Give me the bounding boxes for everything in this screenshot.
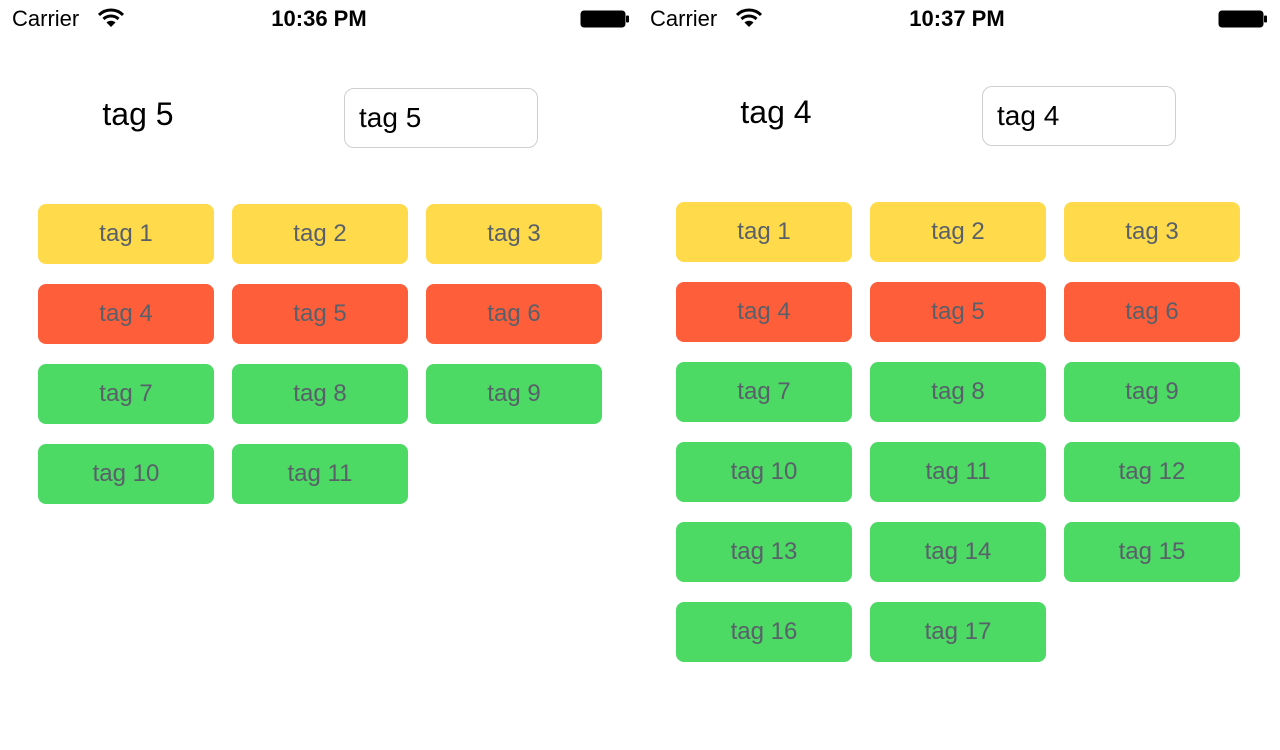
tag-button[interactable]: tag 11 — [232, 444, 408, 504]
tag-grid: tag 1 tag 2 tag 3 tag 4 tag 5 tag 6 tag 7 tag 8… — [676, 202, 1240, 662]
tag-button[interactable]: tag 4 — [38, 284, 214, 344]
tag-button[interactable]: tag 8 — [870, 362, 1046, 422]
selected-tag-label: tag 4 — [740, 94, 812, 130]
tag-button[interactable]: tag 1 — [38, 204, 214, 264]
tag-input-field[interactable] — [344, 88, 538, 148]
tag-button[interactable]: tag 8 — [232, 364, 408, 424]
left-screen: Carrier 10:36 PM tag 5 tag 1tag 2tag 3ta… — [0, 0, 638, 750]
tag-button[interactable]: tag 2 — [870, 202, 1046, 262]
tag-button[interactable]: tag 17 — [870, 602, 1046, 662]
tag-button[interactable]: tag 6 — [1064, 282, 1240, 342]
battery-icon — [1218, 10, 1267, 28]
tag-button[interactable]: tag 14 — [870, 522, 1046, 582]
tag-button[interactable]: tag 9 — [426, 364, 602, 424]
tag-button[interactable]: tag 3 — [426, 204, 602, 264]
tag-input-field[interactable] — [982, 86, 1176, 146]
tag-button[interactable]: tag 10 — [38, 444, 214, 504]
selected-tag-label: tag 5 — [102, 96, 174, 132]
tag-button[interactable]: tag 13 — [676, 522, 852, 582]
status-time: 10:36 PM — [271, 6, 367, 31]
battery-icon — [580, 10, 629, 28]
tag-button[interactable]: tag 5 — [232, 284, 408, 344]
tag-button[interactable]: tag 11 — [870, 442, 1046, 502]
tag-button[interactable]: tag 6 — [426, 284, 602, 344]
status-time: 10:37 PM — [909, 6, 1005, 31]
tag-button[interactable]: tag 4 — [676, 282, 852, 342]
tag-button[interactable]: tag 7 — [676, 362, 852, 422]
tag-button[interactable]: tag 10 — [676, 442, 852, 502]
tag-button[interactable]: tag 9 — [1064, 362, 1240, 422]
tag-button[interactable]: tag 3 — [1064, 202, 1240, 262]
tag-button[interactable]: tag 16 — [676, 602, 852, 662]
tag-grid: tag 1 tag 2 tag 3 tag 4 tag 5 tag 6 tag 7 tag 8… — [38, 204, 602, 504]
tag-button[interactable]: tag 1 — [676, 202, 852, 262]
tag-button[interactable]: tag 15 — [1064, 522, 1240, 582]
tag-button[interactable]: tag 2 — [232, 204, 408, 264]
tag-button[interactable]: tag 12 — [1064, 442, 1240, 502]
status-bar: Carrier 10:36 PM — [0, 0, 638, 36]
tag-button[interactable]: tag 7 — [38, 364, 214, 424]
status-bar: Carrier 10:37 PM — [638, 0, 1276, 36]
right-screen: Carrier 10:37 PM tag 4 tag 1tag 2tag 3ta… — [638, 0, 1276, 750]
tag-button[interactable]: tag 5 — [870, 282, 1046, 342]
